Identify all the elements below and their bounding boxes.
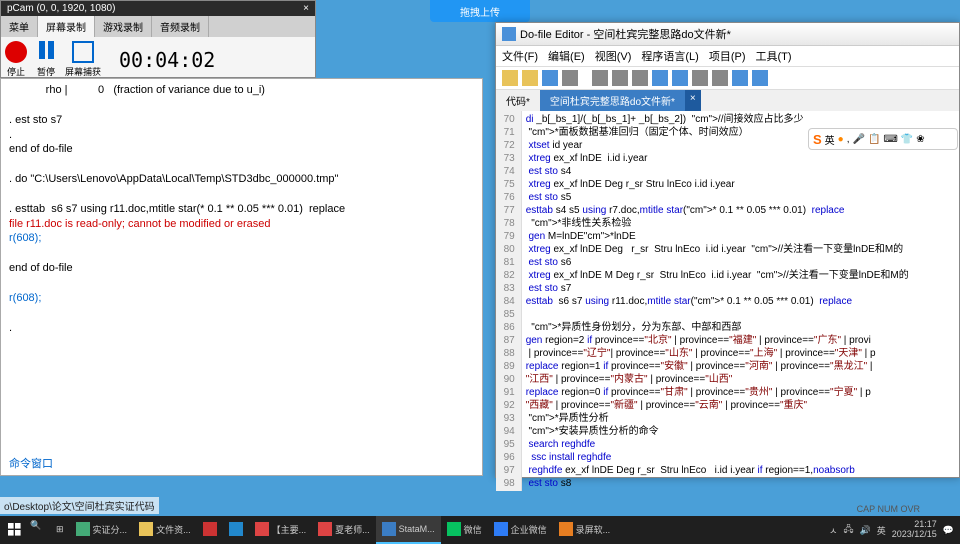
pcam-tabs: 菜单 屏幕录制 游戏录制 音频录制 [1, 16, 315, 37]
dofile-toolbar [496, 67, 959, 90]
tab-audio-record[interactable]: 音频录制 [152, 16, 209, 37]
tab-menu[interactable]: 菜单 [1, 16, 38, 37]
run-selection-icon[interactable] [752, 70, 768, 86]
tab-game-record[interactable]: 游戏录制 [95, 16, 152, 37]
start-button[interactable] [0, 516, 30, 544]
menu-file[interactable]: 文件(F) [502, 48, 538, 64]
close-icon[interactable]: × [303, 3, 309, 14]
run-icon[interactable] [732, 70, 748, 86]
taskbar-item[interactable]: 企业微信 [488, 516, 553, 544]
taskbar-item[interactable]: 文件资... [133, 516, 197, 544]
notification-icon[interactable]: 💬 [943, 525, 954, 536]
task-view-icon[interactable]: ⊞ [50, 516, 70, 544]
stata-results-window: rho | 0 (fraction of variance due to u_i… [0, 78, 483, 476]
save-icon[interactable] [542, 70, 558, 86]
paste-icon[interactable] [632, 70, 648, 86]
command-window-label: 命令窗口 [9, 455, 53, 471]
menu-view[interactable]: 视图(V) [595, 48, 632, 64]
taskbar-item[interactable] [197, 516, 223, 544]
pause-button[interactable]: 暂停 [35, 41, 57, 78]
taskbar-clock[interactable]: 21:172023/12/15 [892, 520, 937, 540]
undo-icon[interactable] [652, 70, 668, 86]
line-gutter: 7071727374757677787980818283848586878889… [496, 111, 522, 491]
dofile-icon [502, 27, 516, 41]
redo-icon[interactable] [672, 70, 688, 86]
print-icon[interactable] [562, 70, 578, 86]
taskbar-item[interactable]: 【主要... [249, 516, 313, 544]
taskbar-item[interactable]: 录屏软... [553, 516, 617, 544]
timer-display: 00:04:02 [119, 48, 215, 72]
tray-network-icon[interactable]: 🖧 [843, 522, 853, 538]
taskbar-item[interactable]: 夏老师... [312, 516, 376, 544]
open-icon[interactable] [522, 70, 538, 86]
tray-ime[interactable]: 英 [877, 524, 886, 537]
stop-button[interactable]: 停止 [5, 41, 27, 78]
windows-taskbar: 🔍 ⊞ 实证分...文件资... 【主要...夏老师...StataM...微信企… [0, 516, 960, 544]
menu-edit[interactable]: 编辑(E) [548, 48, 585, 64]
desktop-path-label: o\Desktop\论文\空间杜宾实证代码 [0, 497, 159, 514]
stata-output[interactable]: rho | 0 (fraction of variance due to u_i… [1, 79, 482, 339]
copy-icon[interactable] [612, 70, 628, 86]
tab-code[interactable]: 代码* [496, 90, 540, 111]
menu-lang[interactable]: 程序语言(L) [641, 48, 698, 64]
dofile-editor-window: Do-file Editor - 空间杜宾完整思路do文件新* 文件(F) 编辑… [495, 22, 960, 478]
tab-spatial-durbin[interactable]: 空间杜宾完整思路do文件新* [540, 90, 685, 111]
cut-icon[interactable] [592, 70, 608, 86]
pcam-window: pCam (0, 0, 1920, 1080)× 菜单 屏幕录制 游戏录制 音频… [0, 0, 316, 78]
capture-button[interactable]: 屏幕捕获 [65, 41, 101, 78]
dofile-titlebar[interactable]: Do-file Editor - 空间杜宾完整思路do文件新* [496, 23, 959, 46]
menu-project[interactable]: 项目(P) [709, 48, 746, 64]
record-icon [5, 41, 27, 63]
code-text[interactable]: di _b[_bs_1]/(_b[_bs_1]+ _b[_bs_2]) "cm"… [522, 111, 959, 491]
system-tray: ㅅ 🖧 🔊 英 21:172023/12/15 💬 [823, 520, 960, 540]
taskbar-item[interactable]: 微信 [441, 516, 488, 544]
pcam-titlebar[interactable]: pCam (0, 0, 1920, 1080)× [1, 1, 315, 16]
indent-icon[interactable] [712, 70, 728, 86]
dofile-code-area[interactable]: 7071727374757677787980818283848586878889… [496, 111, 959, 491]
baidu-upload-tab[interactable]: 拖拽上传 [430, 0, 530, 22]
new-icon[interactable] [502, 70, 518, 86]
tray-volume-icon[interactable]: 🔊 [860, 525, 871, 536]
ime-lang[interactable]: 英 [825, 132, 835, 147]
bookmark-icon[interactable] [692, 70, 708, 86]
pause-icon [35, 41, 57, 63]
dofile-menubar: 文件(F) 编辑(E) 视图(V) 程序语言(L) 项目(P) 工具(T) [496, 46, 959, 67]
tab-close-icon[interactable]: × [685, 90, 701, 111]
sogou-logo-icon: S [813, 132, 822, 147]
search-icon[interactable]: 🔍 [30, 520, 50, 540]
dofile-tabs: 代码* 空间杜宾完整思路do文件新* × [496, 90, 959, 111]
capture-icon [72, 41, 94, 63]
taskbar-item[interactable] [223, 516, 249, 544]
sogou-ime-bar[interactable]: S 英 ●,🎤📋⌨👕❀ [808, 128, 958, 150]
menu-tools[interactable]: 工具(T) [756, 48, 792, 64]
tray-expand-icon[interactable]: ㅅ [829, 524, 837, 537]
taskbar-item[interactable]: StataM... [376, 516, 441, 544]
taskbar-item[interactable]: 实证分... [70, 516, 134, 544]
tab-screen-record[interactable]: 屏幕录制 [38, 16, 95, 37]
status-indicators: CAP NUM OVR [857, 504, 920, 514]
